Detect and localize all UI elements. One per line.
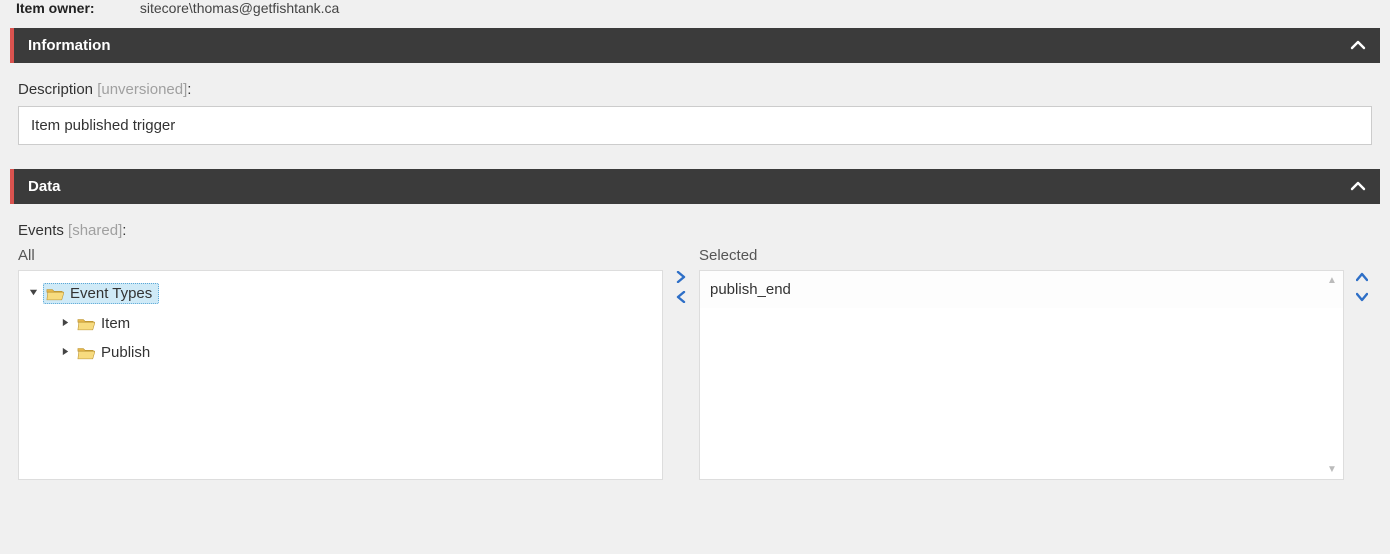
tree-expand-icon[interactable] (59, 347, 71, 359)
tree-node-label: Event Types (70, 285, 152, 302)
tree-node-inner[interactable]: Event Types (43, 283, 159, 304)
description-meta: [unversioned] (97, 81, 187, 98)
tree-node-root: Event Types (27, 281, 654, 306)
folder-icon (77, 316, 95, 332)
scroll-up-icon[interactable]: ▲ (1325, 275, 1339, 286)
selected-column-label: Selected (699, 247, 1344, 264)
events-label-text: Events (18, 222, 64, 239)
section-body-information: Description [unversioned]: (10, 63, 1380, 169)
chevron-up-icon (1350, 38, 1366, 54)
description-input[interactable] (18, 106, 1372, 145)
scroll-down-icon[interactable]: ▼ (1325, 464, 1339, 475)
all-column-label: All (18, 247, 663, 264)
move-buttons (671, 247, 691, 480)
tree-node: Publish (59, 341, 654, 364)
folder-icon (77, 345, 95, 361)
reorder-buttons (1352, 247, 1372, 480)
chevron-up-icon (1350, 179, 1366, 195)
item-owner-row: Item owner: sitecore\thomas@getfishtank.… (10, 0, 1380, 28)
all-listbox[interactable]: Event Types Item Publish (18, 270, 663, 480)
item-owner-label: Item owner: (16, 0, 116, 16)
selected-listbox[interactable]: ▲ publish_end ▼ (699, 270, 1344, 480)
item-owner-value: sitecore\thomas@getfishtank.ca (140, 0, 339, 16)
colon: : (122, 222, 126, 239)
move-down-button[interactable] (1356, 291, 1368, 305)
move-left-button[interactable] (675, 291, 687, 305)
events-field-label: Events [shared]: (18, 222, 1372, 239)
section-body-data: Events [shared]: All (10, 204, 1380, 504)
events-tree: Event Types Item Publish (19, 271, 662, 380)
description-label-text: Description (18, 81, 93, 98)
description-field-label: Description [unversioned]: (18, 81, 1372, 98)
tree-node-label: Item (101, 315, 130, 332)
move-right-button[interactable] (675, 271, 687, 285)
tree-expand-icon[interactable] (59, 318, 71, 330)
all-column: All (18, 247, 663, 480)
tree-collapse-icon[interactable] (27, 288, 39, 300)
section-header-information[interactable]: Information (10, 28, 1380, 63)
tree-node-label: Publish (101, 344, 150, 361)
tree-node-inner[interactable]: Item (75, 314, 136, 333)
section-title-data: Data (28, 178, 61, 195)
colon: : (187, 81, 191, 98)
section-title-information: Information (28, 37, 111, 54)
folder-icon (46, 286, 64, 302)
section-header-data[interactable]: Data (10, 169, 1380, 204)
selected-list: publish_end (700, 271, 1343, 308)
selected-column: Selected ▲ publish_end ▼ (699, 247, 1344, 480)
tree-node: Item (59, 312, 654, 335)
events-meta: [shared] (68, 222, 122, 239)
selected-item[interactable]: publish_end (710, 279, 1333, 300)
move-up-button[interactable] (1356, 271, 1368, 285)
events-dual-list: All (18, 247, 1372, 480)
tree-children: Item Publish (27, 312, 654, 364)
tree-node-inner[interactable]: Publish (75, 343, 156, 362)
